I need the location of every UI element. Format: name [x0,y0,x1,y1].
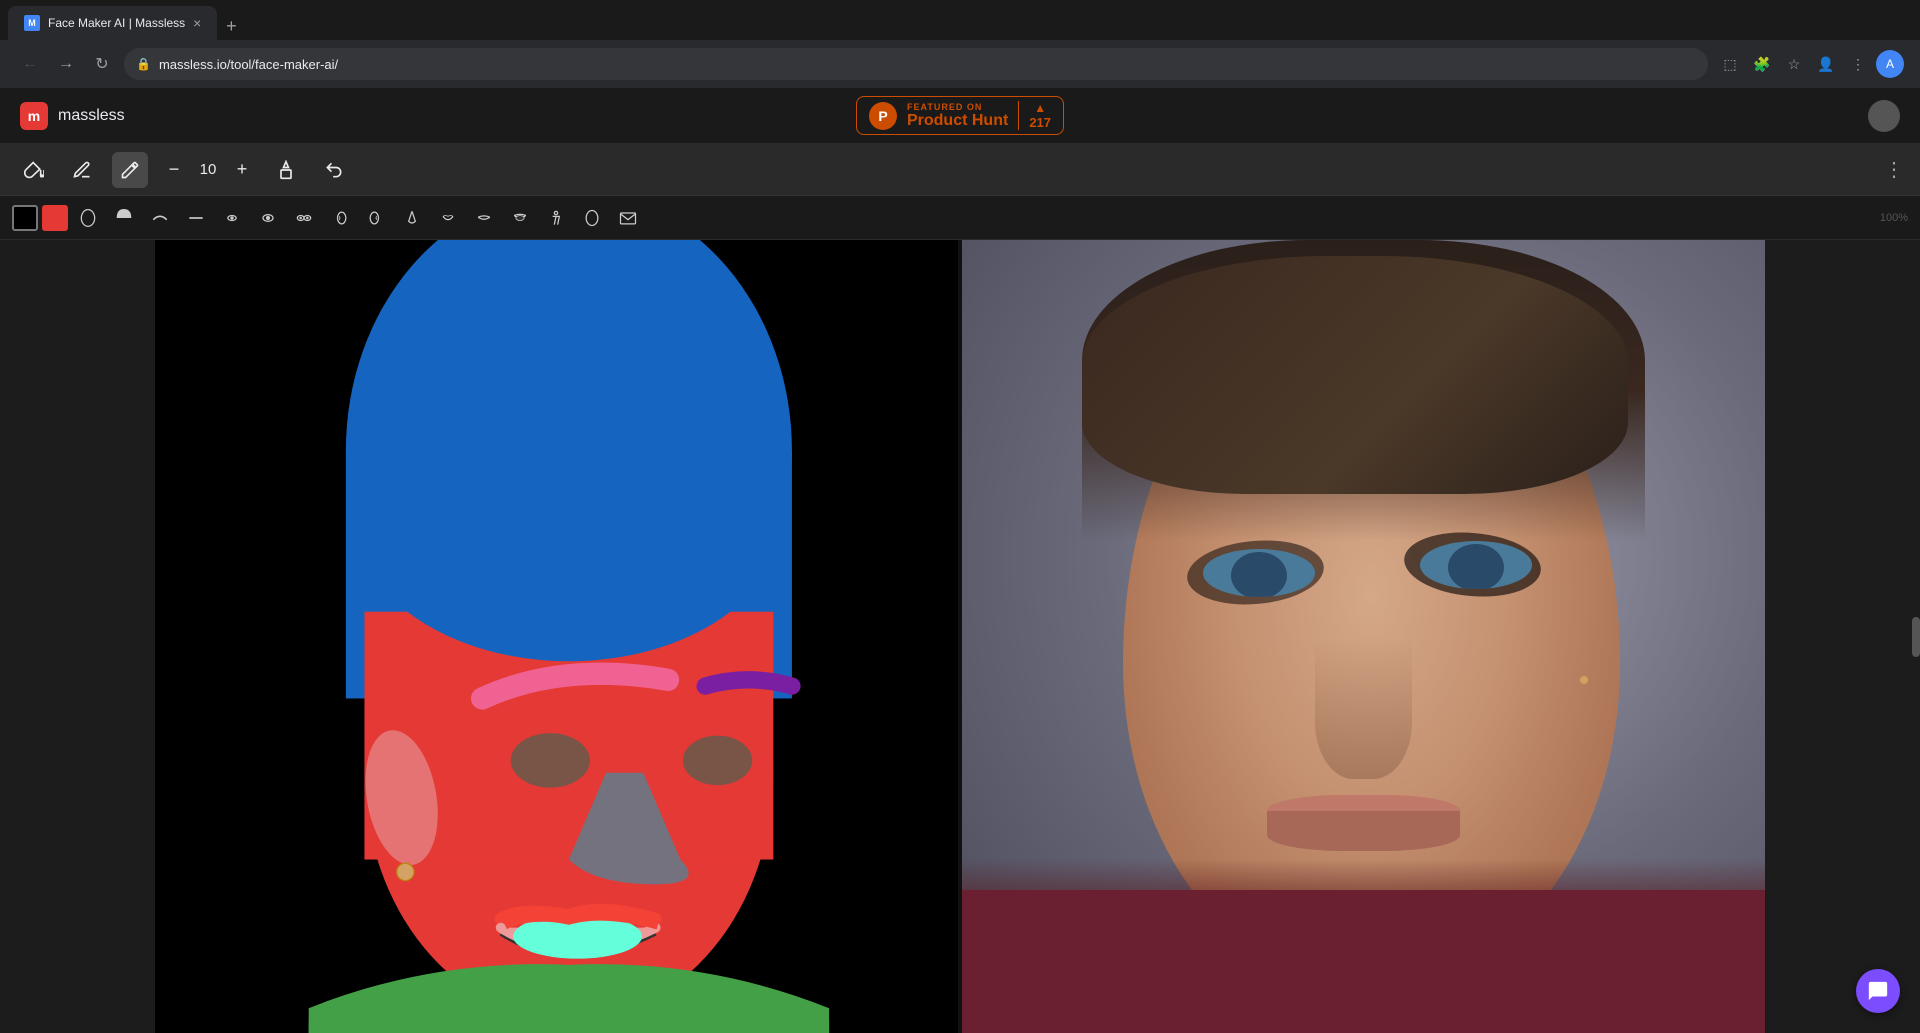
scroll-indicator[interactable] [1912,617,1920,657]
zoom-indicator: 100% [1880,212,1908,224]
color-red[interactable] [42,205,68,231]
browser-navigation: ← → ↻ 🔒 massless.io/tool/face-maker-ai/ … [0,40,1920,88]
app-wrapper: m massless P FEATURED ON Product Hunt ▲ … [0,88,1920,1033]
eye-closed-btn[interactable] [216,202,248,234]
product-hunt-name: Product Hunt [907,112,1008,130]
face-oval-btn[interactable] [72,202,104,234]
fill-tool[interactable] [268,152,304,188]
figure-btn[interactable] [540,202,572,234]
featured-label: FEATURED ON [907,102,982,112]
reload-button[interactable]: ↻ [88,50,116,78]
vote-count: 217 [1029,115,1051,130]
active-tab[interactable]: M Face Maker AI | Massless × [8,6,217,40]
envelope-btn[interactable] [612,202,644,234]
nose-shape-btn[interactable] [396,202,428,234]
product-hunt-info: FEATURED ON Product Hunt [907,102,1008,130]
tab-favicon: M [24,15,40,31]
forward-button[interactable]: → [52,50,80,78]
face-drawing-svg [155,240,958,1033]
user-avatar[interactable] [1868,100,1900,132]
menu-icon[interactable]: ⋮ [1844,50,1872,78]
pen-tool[interactable] [64,152,100,188]
eyes-both-btn[interactable] [288,202,320,234]
product-hunt-logo: P [869,102,897,130]
back-button[interactable]: ← [16,50,44,78]
header-right [1868,100,1900,132]
result-canvas [962,240,1765,1033]
new-tab-button[interactable]: + [217,12,245,40]
color-black[interactable] [12,205,38,231]
left-panel [0,240,155,1033]
user-avatar-button[interactable]: A [1876,50,1904,78]
lips-smile-btn[interactable] [432,202,464,234]
eyebrow-arch-btn[interactable] [144,202,176,234]
drawing-canvas[interactable] [155,240,958,1033]
tab-close-button[interactable]: × [193,15,201,31]
hair-shape-btn[interactable] [108,202,140,234]
chat-button[interactable] [1856,969,1900,1013]
bookmark-icon[interactable]: ☆ [1780,50,1808,78]
address-bar[interactable]: 🔒 massless.io/tool/face-maker-ai/ [124,48,1708,80]
result-photo-bg [962,240,1765,1033]
main-content [0,240,1920,1033]
logo-icon: m [20,102,48,130]
upvote-arrow: ▲ [1034,101,1046,115]
brush-size-value: 10 [196,161,220,178]
oval-btn[interactable] [576,202,608,234]
logo-text: massless [58,107,125,125]
brush-size-increase[interactable]: + [228,156,256,184]
profile-icon[interactable]: 👤 [1812,50,1840,78]
cast-icon[interactable]: ⬚ [1716,50,1744,78]
brush-size-decrease[interactable]: − [160,156,188,184]
url-text: massless.io/tool/face-maker-ai/ [159,57,338,72]
more-options-button[interactable]: ⋮ [1884,157,1904,182]
paint-bucket-tool[interactable] [16,152,52,188]
eye-open-btn[interactable] [252,202,284,234]
lips-open-btn[interactable] [504,202,536,234]
brush-size-control: − 10 + [160,156,256,184]
browser-tabs: M Face Maker AI | Massless × + [0,0,1920,40]
extension-icon[interactable]: 🧩 [1748,50,1776,78]
undo-button[interactable] [316,152,352,188]
ear-right-btn[interactable] [324,202,356,234]
browser-chrome: M Face Maker AI | Massless × + ← → ↻ 🔒 m… [0,0,1920,88]
product-hunt-badge[interactable]: P FEATURED ON Product Hunt ▲ 217 [856,96,1064,135]
browser-nav-icons: ⬚ 🧩 ☆ 👤 ⋮ A [1716,50,1904,78]
drawing-toolbar: − 10 + ⋮ [0,144,1920,196]
brush-tool[interactable] [112,152,148,188]
tab-title: Face Maker AI | Massless [48,16,185,30]
shape-toolbar: 100% [0,196,1920,240]
lips-neutral-btn[interactable] [468,202,500,234]
right-panel [1765,240,1920,1033]
app-header: m massless P FEATURED ON Product Hunt ▲ … [0,88,1920,144]
logo-area: m massless [20,102,125,130]
ear-left-btn[interactable] [360,202,392,234]
lock-icon: 🔒 [136,57,151,71]
vote-count-area: ▲ 217 [1018,101,1051,130]
eyebrow-flat-btn[interactable] [180,202,212,234]
